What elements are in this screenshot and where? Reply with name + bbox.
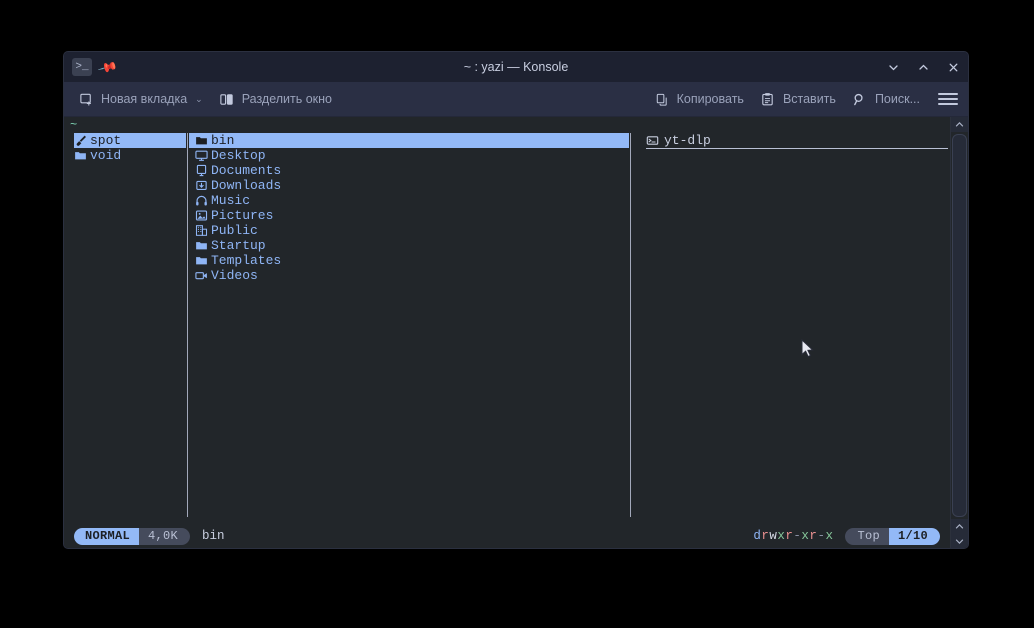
file-name: Videos: [211, 268, 258, 283]
split-view-button[interactable]: Разделить окно: [213, 88, 338, 110]
parent-item-label: spot: [90, 133, 122, 148]
folder-icon: [195, 254, 210, 267]
paste-label: Вставить: [782, 92, 836, 106]
building-icon: [195, 224, 210, 237]
screen: >_ 📌 ~ : yazi — Konsole Новая вкладка ⌄ …: [0, 0, 1034, 628]
status-filename: bin: [202, 529, 225, 543]
folder-icon: [74, 149, 89, 162]
new-tab-button[interactable]: Новая вкладка ⌄: [72, 88, 209, 110]
minimize-button[interactable]: [884, 58, 902, 76]
file-row-documents[interactable]: Documents: [189, 163, 629, 178]
scroll-up-arrow-bottom[interactable]: [951, 519, 968, 534]
status-left-badges: NORMAL 4,0K: [74, 527, 191, 545]
document-icon: [195, 164, 210, 177]
file-name: Public: [211, 223, 258, 238]
file-name: Music: [211, 193, 251, 208]
file-name: bin: [211, 133, 235, 148]
file-row-music[interactable]: Music: [189, 193, 629, 208]
image-icon: [195, 209, 210, 222]
status-badge-scroll: Top: [845, 527, 889, 545]
status-badge-index: 1/10: [888, 527, 940, 545]
scroll-up-arrow[interactable]: [951, 117, 968, 132]
file-row-templates[interactable]: Templates: [189, 253, 629, 268]
konsole-window: >_ 📌 ~ : yazi — Konsole Новая вкладка ⌄ …: [64, 52, 968, 548]
maximize-button[interactable]: [914, 58, 932, 76]
pane-divider-right: [630, 133, 631, 517]
find-button[interactable]: Поиск...: [846, 88, 926, 110]
paintbrush-icon: [74, 134, 89, 147]
yazi-tab-label[interactable]: ~: [70, 118, 77, 132]
search-icon: [852, 91, 868, 107]
window-title: ~ : yazi — Konsole: [463, 60, 569, 74]
close-button[interactable]: [944, 58, 962, 76]
status-right-badges: Top 1/10: [845, 527, 940, 545]
copy-icon: [654, 91, 670, 107]
file-row-startup[interactable]: Startup: [189, 238, 629, 253]
titlebar-left-icons: >_ 📌: [64, 56, 119, 78]
file-name: Documents: [211, 163, 282, 178]
status-permissions: drwxr-xr-x: [753, 529, 834, 543]
konsole-toolbar: Новая вкладка ⌄ Разделить окно Копироват…: [64, 82, 968, 117]
new-tab-icon: [78, 91, 94, 107]
parent-item-label: void: [90, 148, 122, 163]
folder-icon: [195, 239, 210, 252]
find-label: Поиск...: [874, 92, 920, 106]
yazi-tab-strip[interactable]: ~: [64, 117, 950, 133]
paste-icon: [760, 91, 776, 107]
terminal-prompt-icon[interactable]: >_: [72, 58, 92, 76]
paste-button[interactable]: Вставить: [754, 88, 842, 110]
yazi-status-bar: NORMAL 4,0K bin drwxr-xr-x Top 1/10: [64, 527, 950, 545]
window-titlebar[interactable]: >_ 📌 ~ : yazi — Konsole: [64, 52, 968, 82]
file-row-videos[interactable]: Videos: [189, 268, 629, 283]
window-controls: [884, 58, 962, 76]
file-row-public[interactable]: Public: [189, 223, 629, 238]
folder-icon: [195, 134, 210, 147]
preview-item-yt-dlp[interactable]: yt-dlp: [646, 133, 948, 149]
pane-divider-left: [187, 133, 188, 517]
split-view-icon: [219, 91, 235, 107]
chevron-down-icon[interactable]: ⌄: [195, 94, 203, 105]
yazi-panes: spot void bin Desktop Documents Download…: [64, 133, 950, 517]
parent-item-void[interactable]: void: [74, 148, 186, 163]
hamburger-menu-icon[interactable]: [936, 89, 960, 109]
download-icon: [195, 179, 210, 192]
file-row-downloads[interactable]: Downloads: [189, 178, 629, 193]
file-name: Desktop: [211, 148, 266, 163]
terminal-scrollbar[interactable]: [950, 117, 968, 548]
preview-pane[interactable]: yt-dlp: [632, 133, 950, 517]
file-row-pictures[interactable]: Pictures: [189, 208, 629, 223]
yazi-file-manager: ~ spot void bin Desktop Documents Downlo…: [64, 117, 950, 548]
parent-item-spot[interactable]: spot: [74, 133, 186, 148]
file-name: Downloads: [211, 178, 282, 193]
copy-button[interactable]: Копировать: [648, 88, 750, 110]
terminal-area: ~ spot void bin Desktop Documents Downlo…: [64, 117, 968, 548]
parent-directory-pane[interactable]: spot void: [64, 133, 186, 517]
file-row-bin[interactable]: bin: [189, 133, 629, 148]
scroll-down-arrow[interactable]: [951, 534, 968, 548]
pin-icon[interactable]: 📌: [97, 56, 119, 77]
file-name: Pictures: [211, 208, 274, 223]
new-tab-label: Новая вкладка: [101, 92, 188, 106]
status-badge-size: 4,0K: [139, 527, 191, 545]
current-directory-pane[interactable]: bin Desktop Documents Downloads Music Pi…: [189, 133, 629, 517]
file-row-desktop[interactable]: Desktop: [189, 148, 629, 163]
preview-file-name: yt-dlp: [664, 133, 711, 148]
scroll-arrow-pair: [951, 519, 968, 548]
copy-label: Копировать: [676, 92, 744, 106]
video-camera-icon: [195, 269, 210, 282]
scrollbar-thumb[interactable]: [952, 134, 967, 517]
headphones-icon: [195, 194, 210, 207]
executable-icon: [646, 134, 661, 147]
file-name: Templates: [211, 253, 282, 268]
monitor-icon: [195, 149, 210, 162]
file-name: Startup: [211, 238, 266, 253]
split-view-label: Разделить окно: [241, 92, 333, 106]
status-badge-mode: NORMAL: [74, 527, 140, 545]
